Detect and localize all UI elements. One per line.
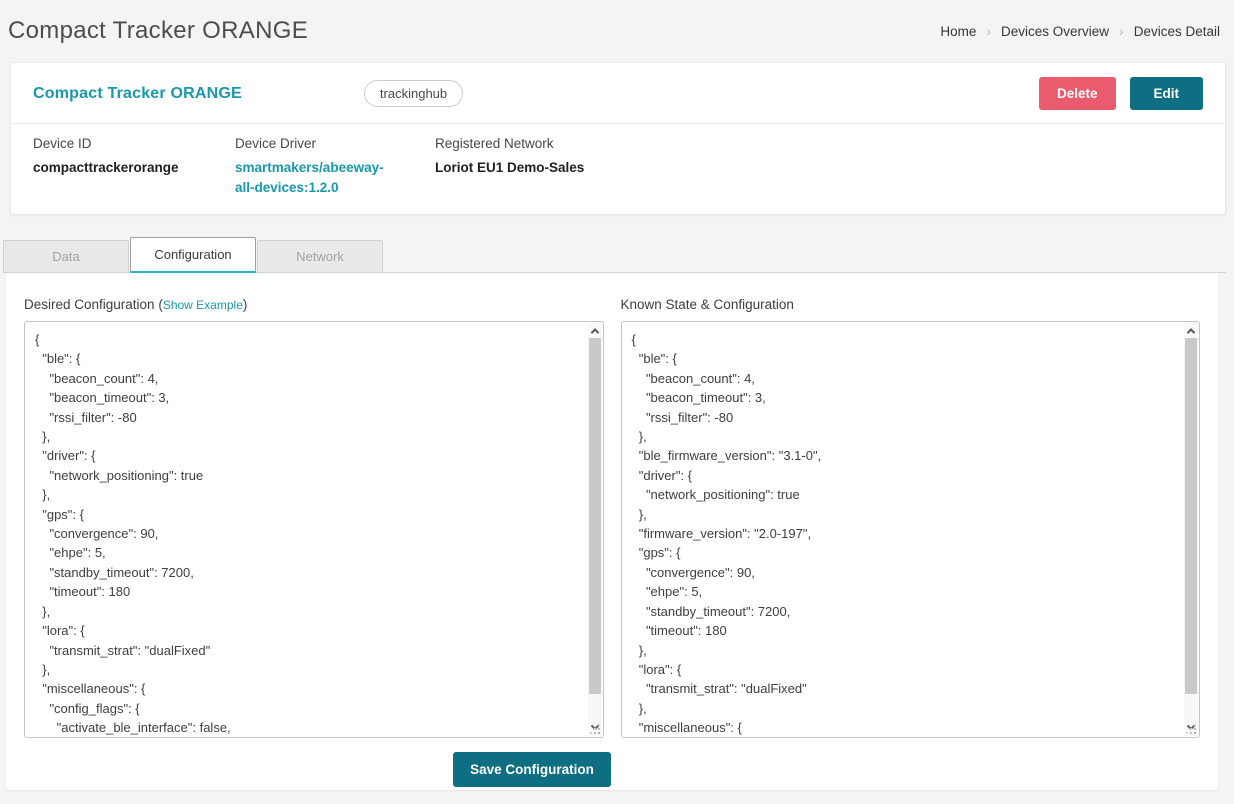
tab-configuration[interactable]: Configuration	[130, 237, 256, 273]
delete-button[interactable]: Delete	[1039, 77, 1116, 110]
known-state-viewer[interactable]: { "ble": { "beacon_count": 4, "beacon_ti…	[621, 321, 1201, 738]
breadcrumb-separator-icon: ›	[986, 23, 991, 39]
device-card-header: Compact Tracker ORANGE trackinghub Delet…	[11, 63, 1225, 123]
desired-scrollbar[interactable]	[588, 323, 602, 736]
configuration-panel: Desired Configuration (Show Example) { "…	[6, 273, 1218, 790]
device-card: Compact Tracker ORANGE trackinghub Delet…	[10, 62, 1226, 215]
breadcrumb-separator-icon: ›	[1119, 23, 1124, 39]
save-configuration-button[interactable]: Save Configuration	[453, 752, 611, 787]
registered-network-label: Registered Network	[435, 136, 637, 151]
known-state-json[interactable]: { "ble": { "beacon_count": 4, "beacon_ti…	[622, 322, 1185, 737]
edit-button[interactable]: Edit	[1130, 77, 1204, 110]
known-state-column: Known State & Configuration { "ble": { "…	[621, 297, 1201, 738]
breadcrumb: Home › Devices Overview › Devices Detail	[940, 23, 1220, 39]
device-driver-link[interactable]: smartmakers/abeeway-all-devices:1.2.0	[235, 158, 403, 198]
tab-bar: Data Configuration Network	[3, 237, 1226, 273]
device-id-value: compacttrackerorange	[33, 158, 235, 178]
scroll-up-button[interactable]	[588, 323, 602, 338]
breadcrumb-home[interactable]: Home	[940, 24, 976, 39]
tab-network[interactable]: Network	[257, 240, 383, 272]
page-title: Compact Tracker ORANGE	[8, 17, 308, 45]
desired-configuration-label-close: )	[243, 297, 248, 312]
device-id-label: Device ID	[33, 136, 235, 151]
chevron-up-icon	[1187, 328, 1195, 336]
scroll-up-button[interactable]	[1184, 323, 1198, 338]
device-info-row: Device ID compacttrackerorange Device Dr…	[11, 124, 1225, 198]
scrollbar-thumb[interactable]	[1185, 338, 1197, 694]
show-example-link[interactable]: Show Example	[163, 298, 243, 312]
configuration-columns: Desired Configuration (Show Example) { "…	[24, 297, 1200, 738]
known-state-label: Known State & Configuration	[621, 297, 1201, 312]
desired-configuration-label: Desired Configuration (Show Example)	[24, 297, 604, 312]
desired-configuration-column: Desired Configuration (Show Example) { "…	[24, 297, 604, 738]
breadcrumb-devices-detail: Devices Detail	[1134, 24, 1220, 39]
known-state-scrollbar[interactable]	[1184, 323, 1198, 736]
tab-data[interactable]: Data	[3, 240, 129, 272]
scrollbar-thumb[interactable]	[589, 338, 601, 694]
chevron-up-icon	[590, 328, 598, 336]
desired-configuration-editor[interactable]: { "ble": { "beacon_count": 4, "beacon_ti…	[24, 321, 604, 738]
device-tag-badge: trackinghub	[364, 80, 463, 107]
device-driver-field: Device Driver smartmakers/abeeway-all-de…	[235, 136, 435, 198]
resize-grip-icon[interactable]	[598, 732, 600, 734]
device-driver-label: Device Driver	[235, 136, 435, 151]
device-name: Compact Tracker ORANGE	[33, 85, 242, 103]
registered-network-field: Registered Network Loriot EU1 Demo-Sales	[435, 136, 637, 198]
device-id-field: Device ID compacttrackerorange	[33, 136, 235, 198]
chevron-down-icon	[590, 721, 598, 729]
desired-configuration-json[interactable]: { "ble": { "beacon_count": 4, "beacon_ti…	[25, 322, 588, 737]
chevron-down-icon	[1187, 721, 1195, 729]
tabs-section: Data Configuration Network Desired Confi…	[3, 237, 1226, 790]
resize-grip-icon[interactable]	[1194, 732, 1196, 734]
device-actions: Delete Edit	[1039, 77, 1203, 110]
breadcrumb-devices-overview[interactable]: Devices Overview	[1001, 24, 1109, 39]
desired-configuration-label-text: Desired Configuration (	[24, 297, 163, 312]
registered-network-value: Loriot EU1 Demo-Sales	[435, 158, 637, 178]
top-header: Compact Tracker ORANGE Home › Devices Ov…	[0, 0, 1234, 62]
save-row: Save Configuration	[0, 752, 1120, 787]
